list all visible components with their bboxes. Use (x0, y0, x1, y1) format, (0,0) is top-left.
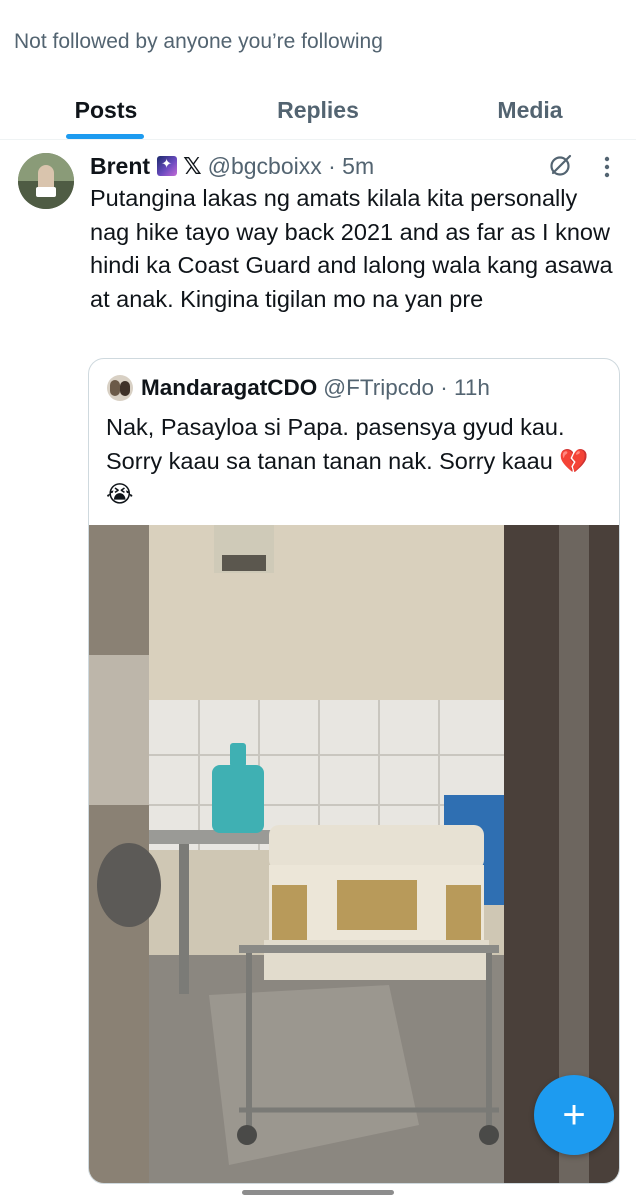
tab-posts[interactable]: Posts (0, 80, 212, 140)
quote-author-avatar[interactable] (107, 375, 133, 401)
quote-avatar-person-right (120, 381, 130, 396)
tab-media[interactable]: Media (424, 80, 636, 140)
quote-handle-time[interactable]: @FTripcdo · 11h (323, 375, 490, 401)
x-logo-icon: 𝕏 (183, 152, 202, 179)
plus-icon: + (562, 1093, 586, 1137)
more-vertical-icon[interactable] (598, 154, 616, 180)
tab-replies[interactable]: Replies (212, 80, 424, 140)
author-name[interactable]: Brent (90, 153, 150, 180)
tweet-header: Brent 𝕏 @bgcboixx · 5m (90, 150, 374, 182)
avatar-clothing (36, 187, 56, 197)
home-indicator (242, 1190, 394, 1195)
author-handle-time[interactable]: @bgcboixx · 5m (208, 153, 375, 180)
author-avatar[interactable] (18, 153, 74, 209)
compose-post-button[interactable]: + (534, 1075, 614, 1155)
quote-author-name[interactable]: MandaragatCDO (141, 375, 317, 401)
milky-way-emoji-icon (157, 156, 178, 176)
tweet-text: Putangina lakas ng amats kilala kita per… (90, 185, 613, 312)
photo-coffin-room (89, 525, 619, 1183)
quote-text: Nak, Pasayloa si Papa. pasensya gyud kau… (106, 414, 589, 507)
quote-card[interactable]: MandaragatCDO @FTripcdo · 11h Nak, Pasay… (88, 358, 620, 1184)
profile-tabs: Posts Replies Media (0, 80, 636, 140)
grok-icon[interactable] (548, 152, 574, 178)
active-tab-indicator (66, 134, 144, 139)
quote-media-photo[interactable] (89, 525, 619, 1183)
follow-note: Not followed by anyone you’re following (14, 30, 383, 53)
quote-header: MandaragatCDO @FTripcdo · 11h (141, 372, 490, 404)
quote-avatar-person-left (110, 380, 120, 396)
